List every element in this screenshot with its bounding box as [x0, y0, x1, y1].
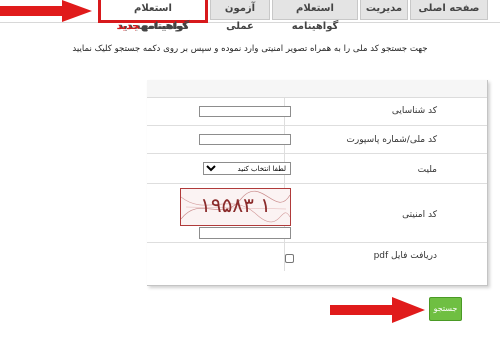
tab-label: استعلام گواهینامه [134, 3, 190, 32]
nationality-label: ملیت [417, 165, 437, 175]
row-tracking-code: کد شناسایی [147, 98, 487, 126]
red-arrow-icon [330, 297, 425, 323]
captcha-text: ۱۹۵۸۳ ۱ [200, 193, 271, 217]
row-pdf: دریافت فایل pdf [147, 243, 487, 271]
tracking-code-input[interactable] [199, 106, 291, 117]
tab-label: مدیریت [365, 3, 403, 14]
new-badge: جدید [116, 21, 140, 32]
tab-certificate-inquiry-highlight[interactable]: استعلام گواهینامهجدید [98, 0, 208, 32]
tab-certificate-inquiry[interactable]: استعلام گواهینامه [272, 0, 358, 32]
national-id-input[interactable] [199, 134, 291, 145]
captcha-image: ۱۹۵۸۳ ۱ [180, 188, 291, 226]
red-arrow-icon [0, 0, 92, 22]
tab-label: صفحه اصلی [418, 3, 480, 14]
search-button[interactable]: جستجو ✓ [429, 297, 462, 335]
captcha-label: کد امنیتی [402, 210, 437, 220]
national-id-label: کد ملی/شماره پاسپورت [346, 135, 437, 145]
nationality-select[interactable]: لطفا انتخاب کنید [203, 162, 291, 175]
tab-practical-test[interactable]: آزمون عملی [210, 0, 270, 32]
search-form-panel: کد شناسایی کد ملی/شماره پاسپورت ملیت لطف… [147, 80, 488, 286]
panel-header [147, 80, 487, 98]
pdf-checkbox[interactable] [285, 254, 294, 263]
pdf-label: دریافت فایل pdf [373, 251, 437, 261]
row-nationality: ملیت لطفا انتخاب کنید [147, 154, 487, 184]
tracking-code-label: کد شناسایی [391, 106, 437, 116]
tab-label: آزمون عملی [224, 3, 256, 32]
row-national-id: کد ملی/شماره پاسپورت [147, 126, 487, 154]
instruction-text: جهت جستجو کد ملی را به همراه تصویر امنیت… [72, 44, 428, 54]
tab-label: استعلام گواهینامه [291, 3, 339, 32]
tab-management[interactable]: مدیریت [360, 0, 408, 20]
tab-home[interactable]: صفحه اصلی [410, 0, 488, 20]
captcha-input[interactable] [199, 227, 291, 239]
